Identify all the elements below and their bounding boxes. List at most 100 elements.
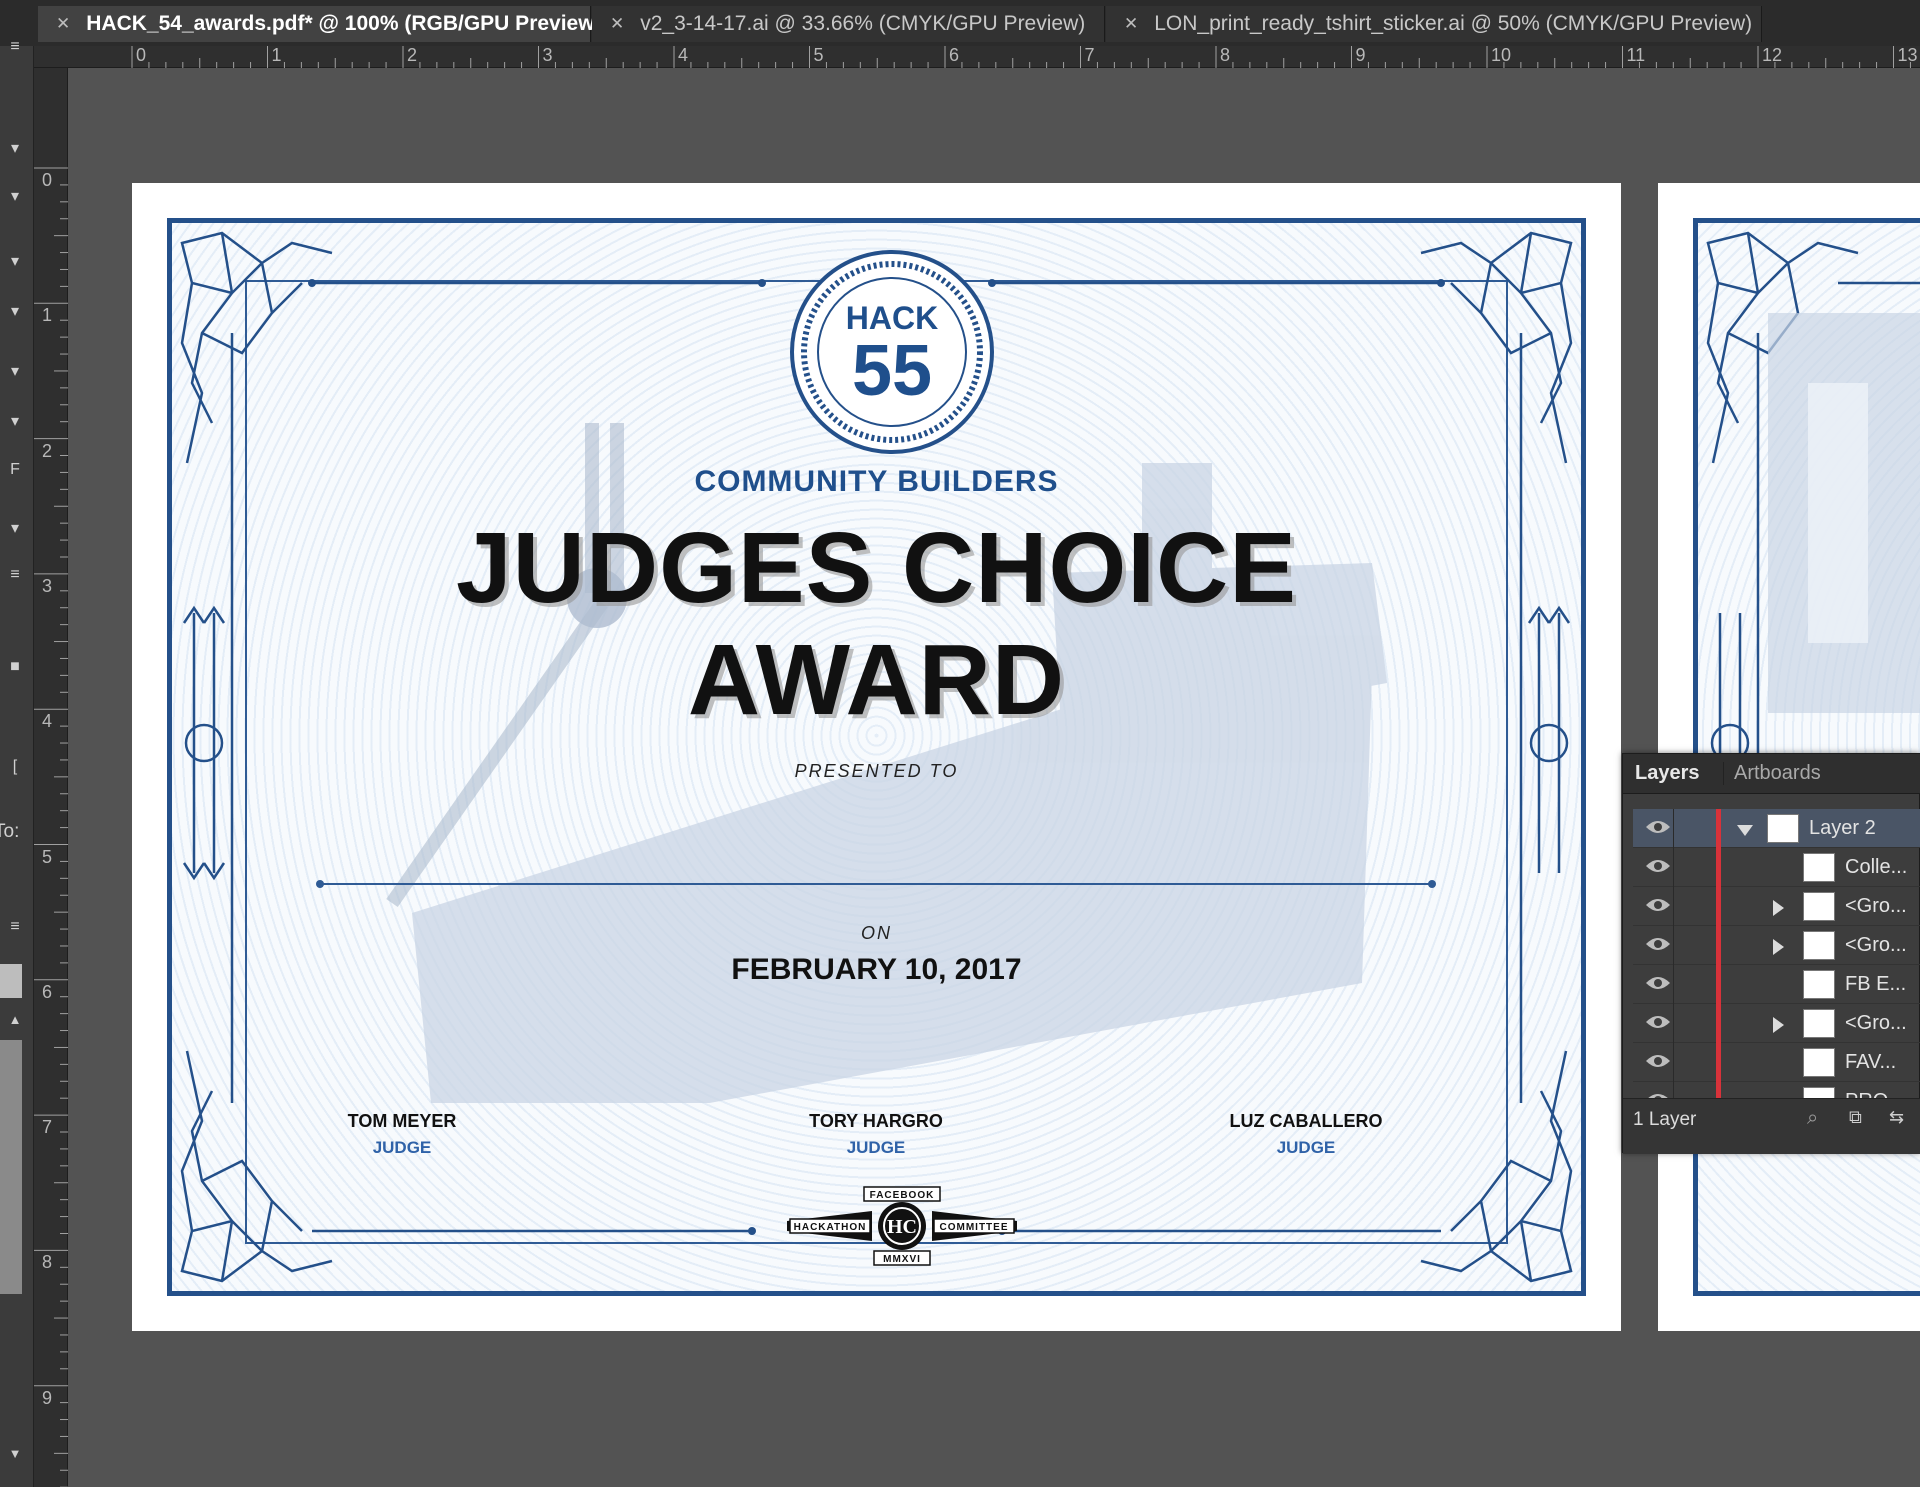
dropdown-arrow-icon[interactable]: ▾ (0, 361, 30, 381)
layer-thumbnail (1803, 892, 1835, 921)
layers-panel-footer: 1 Layer ⌕ ⧉ ⇆ (1623, 1098, 1920, 1154)
layer-thumbnail (1803, 1009, 1835, 1038)
ruler-number: 2 (407, 45, 418, 65)
document-tab-bar: ✕ HACK_54_awards.pdf* @ 100% (RGB/GPU Pr… (0, 0, 1920, 46)
layer-color-indicator (1716, 887, 1721, 926)
layer-name: <Gro... (1845, 934, 1907, 956)
panel-menu-icon[interactable]: ≡ (0, 918, 30, 936)
ruler-number: 1 (271, 45, 282, 65)
svg-text:FACEBOOK: FACEBOOK (870, 1190, 935, 1201)
scroll-down-icon[interactable]: ▼ (0, 1446, 30, 1461)
ruler-number: 5 (42, 846, 53, 867)
visibility-eye-icon[interactable] (1645, 818, 1671, 836)
layer-name: FB E... (1845, 973, 1907, 995)
scroll-up-icon[interactable]: ▲ (0, 1012, 30, 1027)
ruler-number: 3 (42, 575, 53, 596)
tab-artboards[interactable]: Artboards (1723, 762, 1821, 785)
tab-label: HACK_54_awards.pdf* @ 100% (RGB/GPU Prev… (86, 12, 602, 35)
layer-row[interactable]: Colle... (1633, 848, 1920, 887)
vertical-scrollbar[interactable] (0, 1040, 22, 1294)
layers-panel: Layers Artboards Layer 2 Colle... <Gro... <… (1622, 753, 1920, 1154)
ruler-number: 2 (42, 440, 53, 461)
visibility-eye-icon[interactable] (1645, 1013, 1671, 1031)
bracket-icon[interactable]: [ (0, 758, 30, 776)
ruler-number: 6 (949, 45, 960, 65)
vertical-ruler[interactable]: 0 1 2 3 4 5 6 7 8 9 (34, 68, 68, 1487)
panel-menu-icon[interactable]: ≡ (0, 38, 30, 56)
tab-label: v2_3-14-17.ai @ 33.66% (CMYK/GPU Preview… (640, 12, 1086, 35)
svg-text:COMMITTEE: COMMITTEE (940, 1222, 1009, 1233)
close-tab-icon[interactable]: ✕ (610, 14, 624, 34)
move-to-layer-icon[interactable]: ⇆ (1889, 1107, 1904, 1128)
dropdown-arrow-icon[interactable]: ▾ (0, 411, 30, 431)
square-icon[interactable]: ■ (0, 658, 30, 676)
tab-v2-3-14-17[interactable]: ✕ v2_3-14-17.ai @ 33.66% (CMYK/GPU Previ… (592, 6, 1105, 42)
hack-seal-logo: HACK 55 (790, 250, 994, 454)
dropdown-arrow-icon[interactable]: ▾ (0, 138, 30, 158)
visibility-eye-icon[interactable] (1645, 935, 1671, 953)
facebook-hackathon-committee-logo: HC HACKATHON COMMITTEE FACEBOOK MMXVI (787, 1186, 1017, 1266)
svg-text:HC: HC (887, 1216, 917, 1238)
layer-thumbnail (1803, 931, 1835, 960)
presented-to-label: PRESENTED TO (794, 761, 959, 781)
layer-row[interactable]: FAV... (1633, 1043, 1920, 1082)
ruler-number: 10 (1491, 45, 1512, 65)
layer-name: <Gro... (1845, 895, 1907, 917)
new-sublayer-icon[interactable]: ⧉ (1849, 1107, 1862, 1128)
ruler-number: 3 (542, 45, 553, 65)
layers-panel-tabs: Layers Artboards (1623, 754, 1920, 794)
layer-row[interactable]: FB E... (1633, 965, 1920, 1004)
ruler-number: 0 (136, 45, 147, 65)
layer-row[interactable]: <Gro... (1633, 926, 1920, 965)
close-tab-icon[interactable]: ✕ (1124, 14, 1138, 34)
layer-row[interactable]: <Gro... (1633, 887, 1920, 926)
judge-name: TOM MEYER (347, 1111, 457, 1131)
layer-color-indicator (1716, 809, 1721, 848)
text-tool-icon[interactable]: F (0, 461, 30, 479)
expand-arrow-icon[interactable] (1773, 939, 1784, 955)
ruler-number: 13 (1897, 45, 1918, 65)
artboard[interactable]: HACK 55 COMMUNITY BUILDERS JUDGES CHOICE… (132, 183, 1621, 1331)
tab-hack-54-awards[interactable]: ✕ HACK_54_awards.pdf* @ 100% (RGB/GPU Pr… (38, 6, 602, 42)
visibility-eye-icon[interactable] (1645, 857, 1671, 875)
to-label: To: (0, 821, 20, 842)
tab-lon-print-ready[interactable]: ✕ LON_print_ready_tshirt_sticker.ai @ 50… (1106, 6, 1762, 42)
layer-name: FAV... (1845, 1051, 1897, 1073)
ruler-number: 5 (813, 45, 824, 65)
layer-color-indicator (1716, 965, 1721, 1004)
layer-row[interactable]: Layer 2 (1633, 809, 1920, 848)
dropdown-arrow-icon[interactable]: ▾ (0, 186, 30, 206)
close-tab-icon[interactable]: ✕ (56, 14, 70, 34)
ruler-number: 11 (1626, 45, 1646, 65)
swatch-box[interactable] (0, 964, 22, 998)
layer-row[interactable]: <Gro... (1633, 1004, 1920, 1043)
visibility-eye-icon[interactable] (1645, 974, 1671, 992)
certificate: HACK 55 COMMUNITY BUILDERS JUDGES CHOICE… (167, 218, 1586, 1296)
panel-menu-icon[interactable]: ≡ (0, 566, 30, 584)
layer-thumbnail (1803, 970, 1835, 999)
ruler-number: 4 (42, 711, 53, 732)
illustrator-window: ✕ HACK_54_awards.pdf* @ 100% (RGB/GPU Pr… (0, 0, 1920, 1487)
svg-text:MMXVI: MMXVI (883, 1254, 921, 1265)
layer-name: Colle... (1845, 856, 1908, 878)
tab-layers[interactable]: Layers (1635, 762, 1700, 785)
ruler-number: 4 (678, 45, 689, 65)
judge-name: LUZ CABALLERO (1229, 1111, 1383, 1131)
dropdown-arrow-icon[interactable]: ▾ (0, 301, 30, 321)
judge-signature-2: TORY HARGRO JUDGE (756, 1111, 996, 1158)
svg-text:HACKATHON: HACKATHON (794, 1222, 867, 1233)
layer-name: Layer 2 (1809, 817, 1876, 839)
ruler-number: 1 (42, 305, 53, 326)
visibility-eye-icon[interactable] (1645, 896, 1671, 914)
ruler-number: 7 (42, 1117, 53, 1138)
dropdown-arrow-icon[interactable]: ▾ (0, 251, 30, 271)
on-label: ON (861, 923, 892, 943)
expand-arrow-icon[interactable] (1773, 1017, 1784, 1033)
collapse-arrow-icon[interactable] (1737, 825, 1753, 836)
judge-name: TORY HARGRO (809, 1111, 943, 1131)
expand-arrow-icon[interactable] (1773, 900, 1784, 916)
horizontal-ruler[interactable]: 0 1 2 3 4 5 6 7 8 9 10 11 12 13 (34, 45, 1920, 68)
visibility-eye-icon[interactable] (1645, 1052, 1671, 1070)
dropdown-arrow-icon[interactable]: ▾ (0, 518, 30, 538)
search-icon[interactable]: ⌕ (1807, 1107, 1818, 1130)
